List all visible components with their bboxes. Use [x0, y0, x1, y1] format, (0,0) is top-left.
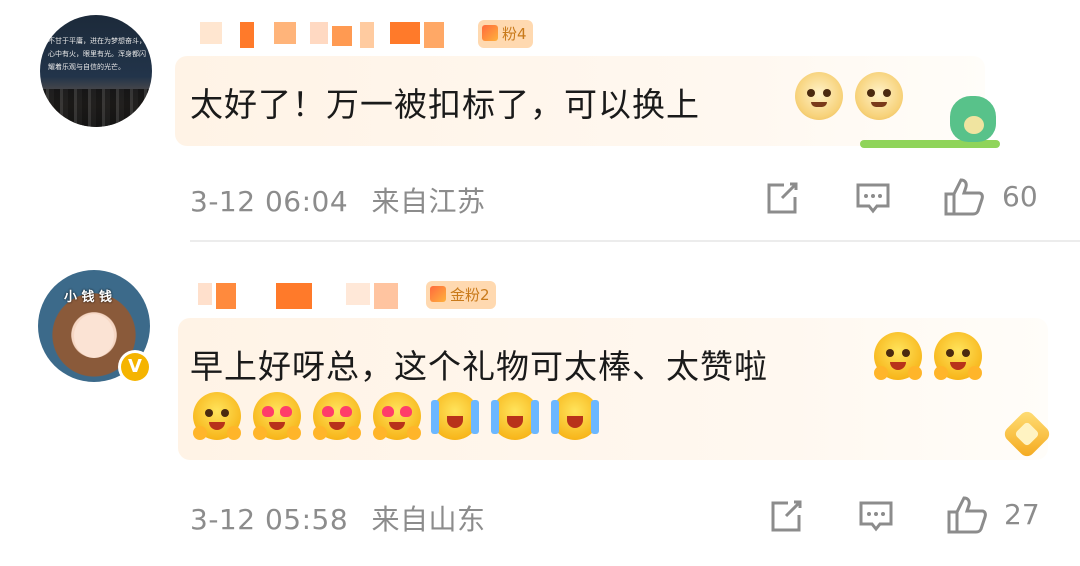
avatar[interactable]: 不甘于平庸，进在为梦想奋斗，心中有火，眼里有光。浑身都闪耀着乐观与自信的光芒。 — [40, 15, 152, 127]
avatar-face — [74, 314, 114, 358]
laugh-cry-emoji-icon — [491, 392, 539, 440]
avatar-caption: 不甘于平庸，进在为梦想奋斗，心中有火，眼里有光。浑身都闪耀着乐观与自信的光芒。 — [48, 37, 146, 71]
comment-time: 3-12 05:58 来自山东 — [190, 498, 486, 538]
share-icon[interactable] — [762, 178, 802, 218]
like-count: 27 — [1004, 498, 1040, 531]
fan-level-badge[interactable]: 粉4 — [478, 20, 533, 48]
heart-eyes-emoji-icon — [253, 392, 301, 440]
comment-icon[interactable] — [856, 496, 896, 536]
avatar-skyline — [40, 89, 152, 127]
like-icon[interactable] — [944, 492, 990, 538]
location: 来自江苏 — [371, 185, 486, 218]
comment-item: 不甘于平庸，进在为梦想奋斗，心中有火，眼里有光。浑身都闪耀着乐观与自信的光芒。 … — [0, 0, 1080, 240]
comment-text: 太好了！万一被扣标了，可以换上 — [190, 85, 700, 124]
heart-eyes-emoji-icon — [373, 392, 421, 440]
fan-crown-icon — [430, 286, 446, 302]
gift-star-icon — [995, 408, 1057, 460]
fan-crown-icon — [482, 25, 498, 41]
username-pixelated[interactable] — [200, 22, 480, 48]
heart-emoji-icon — [874, 332, 922, 380]
heart-eyes-emoji-icon — [313, 392, 361, 440]
dinosaur-sticker-icon — [860, 88, 1000, 148]
share-icon[interactable] — [766, 496, 806, 536]
like-count: 60 — [1002, 180, 1038, 213]
verified-badge-icon: V — [118, 350, 152, 384]
doge-emoji-icon — [795, 72, 843, 120]
comment-time: 3-12 06:04 来自江苏 — [190, 180, 486, 220]
timestamp: 3-12 06:04 — [190, 185, 349, 218]
fan-level-label: 金粉2 — [450, 286, 490, 304]
fan-level-label: 粉4 — [502, 25, 527, 43]
laugh-cry-emoji-icon — [551, 392, 599, 440]
comment-text: 早上好呀总，这个礼物可太棒、太赞啦 — [190, 347, 768, 386]
like-icon[interactable] — [941, 174, 987, 220]
comment-icon[interactable] — [853, 178, 893, 218]
fan-level-badge[interactable]: 金粉2 — [426, 281, 496, 309]
location: 来自山东 — [371, 503, 486, 536]
heart-emoji-icon — [193, 392, 241, 440]
timestamp: 3-12 05:58 — [190, 503, 349, 536]
laugh-cry-emoji-icon — [431, 392, 479, 440]
heart-emoji-icon — [934, 332, 982, 380]
comment-divider — [190, 240, 1080, 242]
username-pixelated[interactable] — [198, 283, 428, 309]
avatar-caption: 小 钱 钱 — [64, 290, 113, 305]
